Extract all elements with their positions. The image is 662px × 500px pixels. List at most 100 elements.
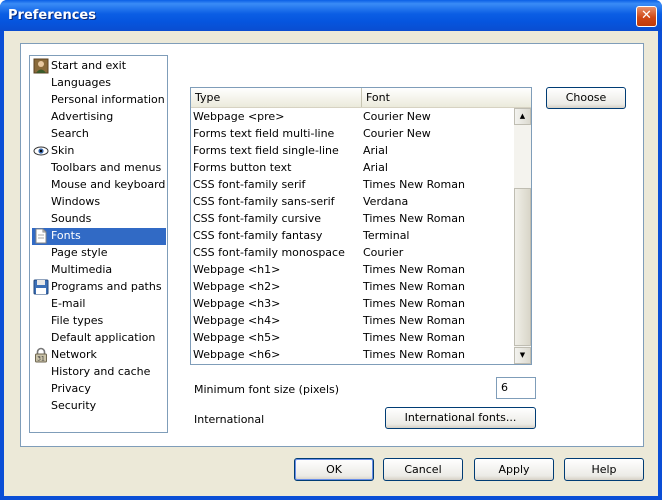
international-label: International	[194, 413, 265, 426]
svg-text:31: 31	[37, 356, 45, 363]
sidebar-item-label: Mouse and keyboard	[51, 178, 166, 191]
choose-button[interactable]: Choose	[546, 87, 626, 109]
padlock-icon: 31	[33, 347, 49, 363]
scroll-down-button[interactable]: ▼	[514, 347, 531, 364]
table-row[interactable]: Webpage <pre> Courier New	[191, 108, 513, 125]
settings-panel: Start and exit Languages Personal informat…	[20, 43, 644, 447]
ok-button[interactable]: OK	[294, 458, 374, 481]
vertical-scrollbar[interactable]: ▲ ▼	[514, 108, 531, 364]
sidebar-item-label: Advertising	[51, 110, 114, 123]
row-font-cell: Courier New	[363, 127, 431, 140]
row-font-cell: Times New Roman	[363, 331, 465, 344]
min-font-size-label: Minimum font size (pixels)	[194, 383, 340, 396]
row-font-cell: Courier New	[363, 110, 431, 123]
sidebar-item-label: Security	[51, 399, 97, 412]
window-frame-right	[658, 31, 662, 496]
table-row[interactable]: CSS font-family monospace Courier	[191, 244, 513, 261]
sidebar-item-mouse-and-keyboard[interactable]: Mouse and keyboard	[32, 177, 166, 194]
sidebar-item-label: Page style	[51, 246, 108, 259]
sidebar-item-personal-information[interactable]: Personal information	[32, 92, 166, 109]
scroll-thumb[interactable]	[514, 188, 531, 346]
table-row[interactable]: CSS font-family serif Times New Roman	[191, 176, 513, 193]
sidebar-item-network[interactable]: 31 Network	[32, 347, 166, 364]
sidebar-item-page-style[interactable]: Page style	[32, 245, 166, 262]
sidebar-item-label: Programs and paths	[51, 280, 162, 293]
cancel-button[interactable]: Cancel	[383, 458, 463, 481]
row-type-cell: Webpage <h5>	[193, 331, 281, 344]
sidebar-item-start-and-exit[interactable]: Start and exit	[32, 58, 166, 75]
sidebar-item-file-types[interactable]: File types	[32, 313, 166, 330]
table-row[interactable]: Webpage <h2> Times New Roman	[191, 278, 513, 295]
floppy-disk-icon	[33, 279, 49, 295]
table-row[interactable]: CSS font-family sans-serif Verdana	[191, 193, 513, 210]
window-frame-bottom	[0, 496, 662, 500]
sidebar-item-advertising[interactable]: Advertising	[32, 109, 166, 126]
row-font-cell: Arial	[363, 144, 388, 157]
eye-icon	[33, 143, 49, 159]
sidebar-item-languages[interactable]: Languages	[32, 75, 166, 92]
sidebar-item-label: Skin	[51, 144, 75, 157]
sidebar-item-e-mail[interactable]: E-mail	[32, 296, 166, 313]
sidebar-item-label: Network	[51, 348, 97, 361]
row-type-cell: Webpage <h2>	[193, 280, 281, 293]
column-header-type[interactable]: Type	[191, 88, 362, 107]
font-type-list: Type Font Webpage <pre> Courier New Forms …	[190, 87, 532, 365]
sidebar-item-skin[interactable]: Skin	[32, 143, 166, 160]
row-font-cell: Times New Roman	[363, 178, 465, 191]
table-row[interactable]: Webpage <h1> Times New Roman	[191, 261, 513, 278]
sidebar-item-label: Toolbars and menus	[51, 161, 162, 174]
table-row[interactable]: Webpage <h5> Times New Roman	[191, 329, 513, 346]
row-font-cell: Times New Roman	[363, 348, 465, 361]
table-row[interactable]: CSS font-family cursive Times New Roman	[191, 210, 513, 227]
help-button[interactable]: Help	[564, 458, 644, 481]
table-row[interactable]: Webpage <h3> Times New Roman	[191, 295, 513, 312]
category-tree: Start and exit Languages Personal informat…	[29, 55, 168, 433]
sidebar-item-search[interactable]: Search	[32, 126, 166, 143]
sidebar-item-windows[interactable]: Windows	[32, 194, 166, 211]
row-font-cell: Courier	[363, 246, 404, 259]
sidebar-item-programs-and-paths[interactable]: Programs and paths	[32, 279, 166, 296]
sidebar-item-history-and-cache[interactable]: History and cache	[32, 364, 166, 381]
sidebar-item-label: Languages	[51, 76, 112, 89]
apply-button[interactable]: Apply	[474, 458, 554, 481]
scroll-up-button[interactable]: ▲	[514, 108, 531, 125]
sidebar-item-label: History and cache	[51, 365, 151, 378]
row-type-cell: Webpage <h1>	[193, 263, 281, 276]
row-type-cell: CSS font-family serif	[193, 178, 306, 191]
sidebar-item-label: Privacy	[51, 382, 91, 395]
sidebar-item-sounds[interactable]: Sounds	[32, 211, 166, 228]
international-fonts-button[interactable]: International fonts...	[385, 407, 536, 429]
close-button[interactable]: ✕	[636, 6, 657, 27]
row-type-cell: CSS font-family monospace	[193, 246, 345, 259]
title-bar: Preferences ✕	[0, 0, 662, 31]
row-font-cell: Arial	[363, 161, 388, 174]
row-font-cell: Terminal	[363, 229, 410, 242]
table-row[interactable]: CSS font-family fantasy Terminal	[191, 227, 513, 244]
sidebar-item-label: E-mail	[51, 297, 86, 310]
column-header-font[interactable]: Font	[362, 88, 531, 107]
list-header: Type Font	[191, 88, 531, 108]
sidebar-item-fonts[interactable]: Fonts	[32, 228, 166, 245]
sidebar-item-label: Multimedia	[51, 263, 113, 276]
min-font-size-input[interactable]: 6	[496, 377, 536, 399]
table-row[interactable]: Forms text field single-line Arial	[191, 142, 513, 159]
sidebar-item-multimedia[interactable]: Multimedia	[32, 262, 166, 279]
row-type-cell: CSS font-family sans-serif	[193, 195, 335, 208]
table-row[interactable]: Webpage <h6> Times New Roman	[191, 346, 513, 363]
sidebar-item-toolbars-and-menus[interactable]: Toolbars and menus	[32, 160, 166, 177]
row-type-cell: Webpage <h3>	[193, 297, 281, 310]
row-type-cell: CSS font-family cursive	[193, 212, 322, 225]
document-icon	[33, 228, 49, 244]
sidebar-item-security[interactable]: Security	[32, 398, 166, 415]
row-font-cell: Times New Roman	[363, 212, 465, 225]
row-type-cell: Forms button text	[193, 161, 292, 174]
sidebar-item-default-application[interactable]: Default application	[32, 330, 166, 347]
table-row[interactable]: Forms button text Arial	[191, 159, 513, 176]
row-font-cell: Times New Roman	[363, 297, 465, 310]
table-row[interactable]: Forms text field multi-line Courier New	[191, 125, 513, 142]
table-row[interactable]: Webpage <h4> Times New Roman	[191, 312, 513, 329]
sidebar-item-privacy[interactable]: Privacy	[32, 381, 166, 398]
dialog-client-area: Start and exit Languages Personal informat…	[4, 31, 658, 496]
row-type-cell: Forms text field single-line	[193, 144, 339, 157]
row-type-cell: Webpage <h6>	[193, 348, 281, 361]
